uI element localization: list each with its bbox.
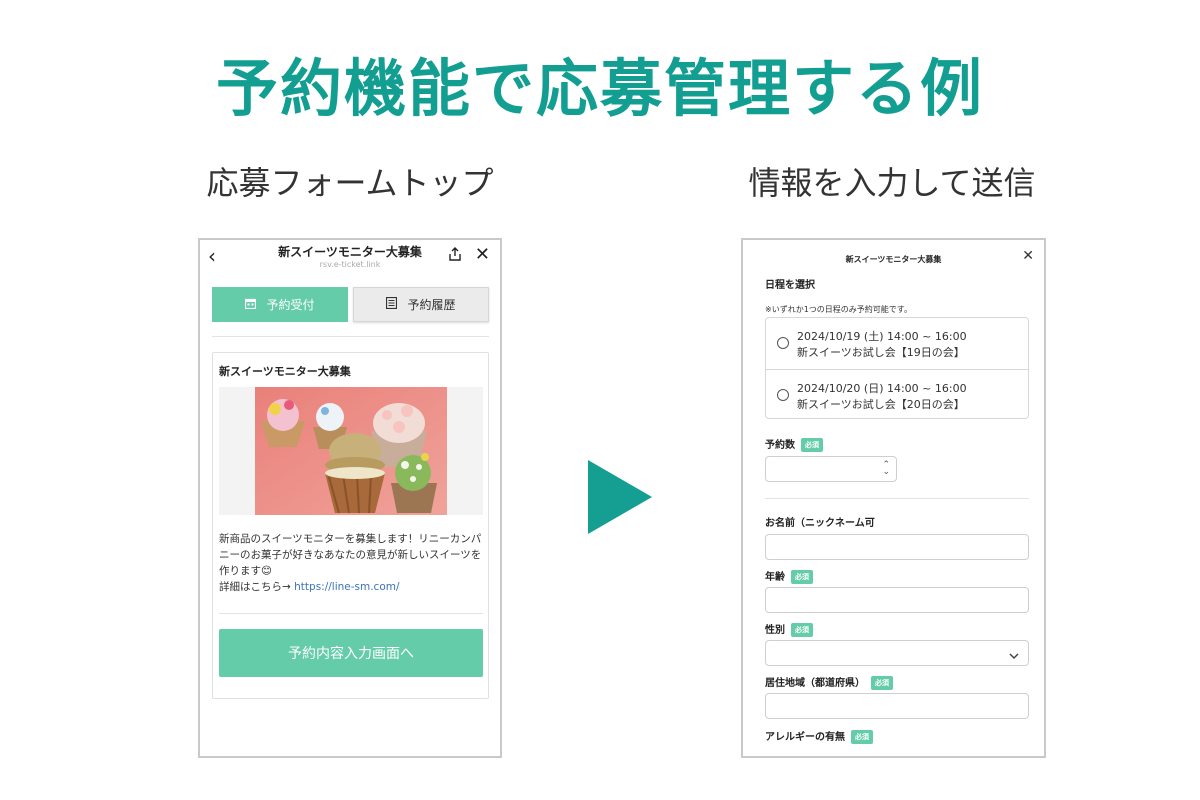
card-title: 新スイーツモニター大募集	[219, 365, 351, 378]
event-card: 新スイーツモニター大募集 新商品のスイーツモニターを募集します！リニーカンパニー…	[212, 352, 489, 699]
left-caption: 応募フォームトップ	[206, 164, 494, 202]
app-header: ‹ 新スイーツモニター大募集 rsv.e-ticket.link ✕	[200, 240, 500, 276]
right-caption: 情報を入力して送信	[748, 164, 1036, 202]
tab-history[interactable]: 予約履歴	[353, 287, 489, 322]
name-field[interactable]	[765, 534, 1029, 560]
tab-reservation[interactable]: 予約受付	[212, 287, 348, 322]
quantity-label: 予約数 必須	[765, 436, 823, 452]
go-to-input-button[interactable]: 予約内容入力画面へ	[219, 629, 483, 677]
required-badge: 必須	[801, 438, 823, 452]
input-form-screen: 新スイーツモニター大募集 ✕ 日程を選択 ※いずれか1つの日程のみ予約可能です。…	[741, 238, 1046, 758]
application-form-top-screen: ‹ 新スイーツモニター大募集 rsv.e-ticket.link ✕ 予約受付 …	[198, 238, 502, 758]
required-badge: 必須	[871, 676, 893, 690]
option-datetime: 2024/10/19 (土) 14:00 ~ 16:00	[797, 330, 967, 343]
quantity-select[interactable]: ⌃ ⌄	[765, 456, 897, 482]
divider	[765, 498, 1029, 499]
gender-label: 性別 必須	[765, 621, 813, 637]
image-frame	[219, 387, 483, 515]
detail-link[interactable]: https://line-sm.com/	[294, 581, 399, 593]
divider	[212, 336, 489, 337]
play-arrow-icon	[588, 460, 652, 538]
field-label: 予約数	[765, 440, 795, 451]
name-label: お名前（ニックネーム可	[765, 518, 875, 529]
option-name: 新スイーツお試し会【19日の会】	[797, 346, 965, 359]
region-label: 居住地域（都道府県） 必須	[765, 674, 893, 690]
schedule-note: ※いずれか1つの日程のみ予約可能です。	[765, 305, 912, 314]
schedule-option[interactable]: 2024/10/19 (土) 14:00 ~ 16:00 新スイーツお試し会【1…	[766, 318, 1028, 369]
gender-select[interactable]	[765, 640, 1029, 666]
required-badge: 必須	[791, 623, 813, 637]
detail-prefix: 詳細はこちら→	[219, 581, 295, 593]
schedule-label: 日程を選択	[765, 280, 815, 291]
required-badge: 必須	[791, 570, 813, 584]
region-field[interactable]	[765, 693, 1029, 719]
radio-button[interactable]	[777, 389, 789, 401]
option-name: 新スイーツお試し会【20日の会】	[797, 398, 965, 411]
divider	[219, 613, 483, 614]
description-text: 新商品のスイーツモニターを募集します！リニーカンパニーのお菓子が好きなあなたの意…	[219, 533, 482, 577]
tab-label: 予約受付	[266, 298, 315, 312]
required-badge: 必須	[851, 730, 873, 744]
age-field[interactable]	[765, 587, 1029, 613]
field-label: 居住地域（都道府県）	[765, 678, 865, 689]
chevron-down-icon	[1008, 647, 1020, 666]
age-label: 年齢 必須	[765, 568, 813, 584]
calendar-icon	[245, 298, 257, 312]
field-label: アレルギーの有無	[765, 732, 845, 743]
card-description: 新商品のスイーツモニターを募集します！リニーカンパニーのお菓子が好きなあなたの意…	[219, 531, 485, 595]
cupcake-photo	[255, 387, 447, 515]
field-label: 性別	[765, 625, 785, 636]
schedule-options: 2024/10/19 (土) 14:00 ~ 16:00 新スイーツお試し会【1…	[765, 317, 1029, 419]
tab-label: 予約履歴	[407, 298, 456, 312]
option-datetime: 2024/10/20 (日) 14:00 ~ 16:00	[797, 382, 967, 395]
page-title: 予約機能で応募管理する例	[215, 52, 984, 125]
radio-button[interactable]	[777, 337, 789, 349]
close-icon[interactable]: ✕	[475, 244, 490, 265]
allergy-label: アレルギーの有無 必須	[765, 728, 873, 744]
field-label: 年齢	[765, 572, 785, 583]
list-icon	[386, 296, 398, 312]
share-icon[interactable]	[448, 246, 462, 265]
schedule-option[interactable]: 2024/10/20 (日) 14:00 ~ 16:00 新スイーツお試し会【2…	[766, 369, 1028, 420]
close-icon[interactable]: ✕	[1022, 248, 1034, 264]
select-stepper-icon: ⌃ ⌄	[882, 460, 890, 477]
header-title: 新スイーツモニター大募集	[845, 255, 942, 264]
